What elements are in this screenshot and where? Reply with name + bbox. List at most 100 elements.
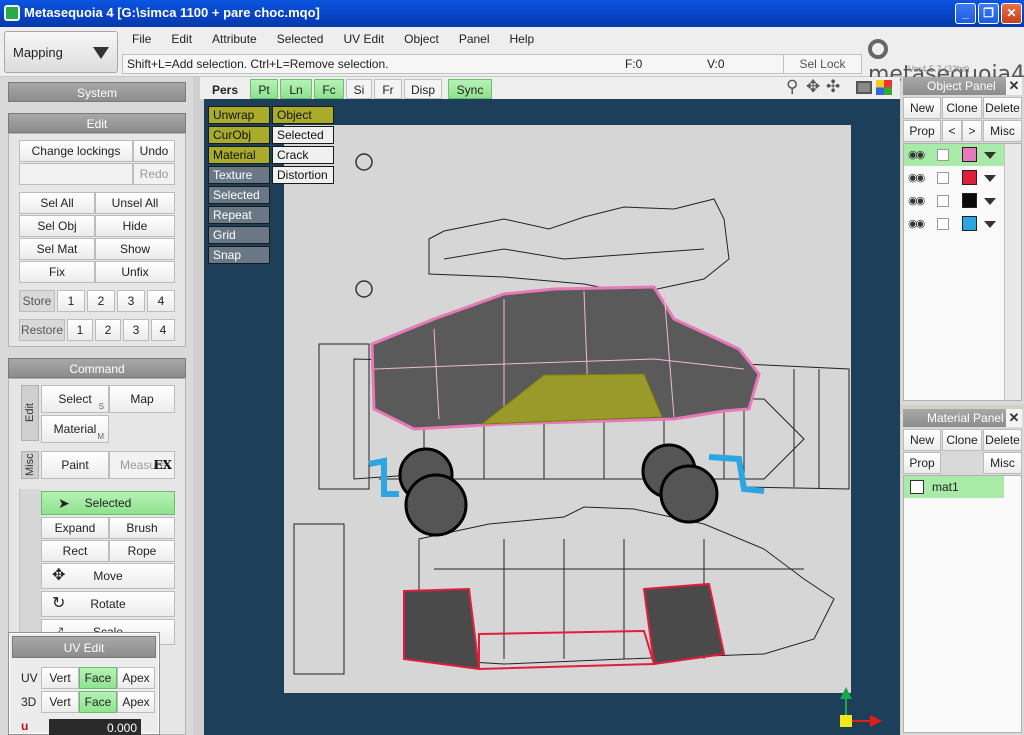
menu-panel[interactable]: Panel xyxy=(449,30,500,50)
crack-toggle[interactable]: Crack xyxy=(272,146,334,164)
restore-slot-1[interactable]: 1 xyxy=(67,319,93,341)
change-lockings-button[interactable]: Change lockings xyxy=(19,140,133,162)
snap-toggle[interactable]: Snap xyxy=(208,246,270,264)
object-color-swatch[interactable] xyxy=(962,147,977,162)
ln-toggle[interactable]: Ln xyxy=(280,79,312,99)
lock-checkbox[interactable] xyxy=(937,149,949,161)
sync-toggle[interactable]: Sync xyxy=(448,79,492,99)
menu-edit[interactable]: Edit xyxy=(161,30,202,50)
pers-toggle[interactable]: Pers xyxy=(204,79,246,99)
visibility-icon[interactable]: ◉◉ xyxy=(908,194,925,207)
material-panel-title[interactable]: Material Panel ✕ xyxy=(903,409,1022,427)
object-delete-button[interactable]: Delete xyxy=(983,97,1022,119)
sel-lock-button[interactable]: Sel Lock xyxy=(783,54,861,74)
select-button[interactable]: Select S xyxy=(41,385,109,413)
lock-checkbox[interactable] xyxy=(937,218,949,230)
texture-toggle[interactable]: Texture xyxy=(208,166,270,184)
measure-button[interactable]: Measure EX xyxy=(109,451,175,479)
material-button[interactable]: Material M xyxy=(41,415,109,443)
brush-button[interactable]: Brush xyxy=(109,517,175,539)
sel-obj-button[interactable]: Sel Obj xyxy=(19,215,95,237)
expand-button[interactable]: Expand xyxy=(41,517,109,539)
store-slot-1[interactable]: 1 xyxy=(57,290,85,312)
object-list-scrollbar[interactable] xyxy=(1004,144,1021,400)
disp-toggle[interactable]: Disp xyxy=(404,79,442,99)
curobj-button[interactable]: CurObj xyxy=(208,126,270,144)
visibility-icon[interactable]: ◉◉ xyxy=(908,148,925,161)
3d-apex-button[interactable]: Apex xyxy=(117,691,155,713)
map-button[interactable]: Map xyxy=(109,385,175,413)
3d-face-button[interactable]: Face xyxy=(79,691,117,713)
system-header[interactable]: System xyxy=(8,82,186,102)
material-misc-button[interactable]: Misc xyxy=(983,452,1022,474)
uv-face-button[interactable]: Face xyxy=(79,667,117,689)
store-slot-2[interactable]: 2 xyxy=(87,290,115,312)
repeat-toggle[interactable]: Repeat xyxy=(208,206,270,224)
object-row-2[interactable]: ◉◉ xyxy=(904,167,1004,189)
mode-select[interactable]: Mapping xyxy=(4,31,118,73)
uv-viewport[interactable]: Unwrap CurObj Material Texture Selected … xyxy=(204,99,900,735)
store-slot-4[interactable]: 4 xyxy=(147,290,175,312)
sel-mat-button[interactable]: Sel Mat xyxy=(19,238,95,260)
object-toggle[interactable]: Object xyxy=(272,106,334,124)
pan-icon[interactable]: ✥ xyxy=(806,77,820,97)
distortion-toggle[interactable]: Distortion xyxy=(272,166,334,184)
pt-toggle[interactable]: Pt xyxy=(250,79,278,99)
uv-edit-title[interactable]: UV Edit xyxy=(12,636,156,658)
menu-help[interactable]: Help xyxy=(500,30,545,50)
unsel-all-button[interactable]: Unsel All xyxy=(95,192,175,214)
menu-selected[interactable]: Selected xyxy=(267,30,334,50)
tab-misc[interactable]: Misc xyxy=(21,451,39,479)
rope-button[interactable]: Rope xyxy=(109,540,175,562)
show-button[interactable]: Show xyxy=(95,238,175,260)
object-new-button[interactable]: New xyxy=(903,97,941,119)
restore-slot-3[interactable]: 3 xyxy=(123,319,149,341)
uv-canvas[interactable] xyxy=(204,99,900,735)
selected-scope-toggle[interactable]: Selected xyxy=(272,126,334,144)
color-mode-icon[interactable] xyxy=(876,80,892,95)
object-row-3[interactable]: ◉◉ xyxy=(904,190,1004,212)
material-clone-button[interactable]: Clone xyxy=(942,429,982,451)
fix-button[interactable]: Fix xyxy=(19,261,95,283)
viewport-layout-icon[interactable] xyxy=(856,81,872,94)
menu-uv-edit[interactable]: UV Edit xyxy=(333,30,394,50)
grid-toggle[interactable]: Grid xyxy=(208,226,270,244)
chevron-down-icon[interactable] xyxy=(984,221,996,228)
tab-edit[interactable]: Edit xyxy=(21,385,39,441)
edit-header[interactable]: Edit xyxy=(8,113,186,133)
rotate-view-icon[interactable]: ✣ xyxy=(826,77,840,97)
u-value-field[interactable]: 0.000 xyxy=(49,719,141,735)
object-next-button[interactable]: > xyxy=(962,120,982,142)
object-color-swatch[interactable] xyxy=(962,193,977,208)
menu-file[interactable]: File xyxy=(122,30,161,50)
object-row-4[interactable]: ◉◉ xyxy=(904,213,1004,235)
unfix-button[interactable]: Unfix xyxy=(95,261,175,283)
lock-checkbox[interactable] xyxy=(937,172,949,184)
chevron-down-icon[interactable] xyxy=(984,152,996,159)
undo-button[interactable]: Undo xyxy=(133,140,175,162)
menu-attribute[interactable]: Attribute xyxy=(202,30,267,50)
rotate-button[interactable]: ↻ Rotate xyxy=(41,591,175,617)
material-toggle[interactable]: Material xyxy=(208,146,270,164)
store-slot-3[interactable]: 3 xyxy=(117,290,145,312)
material-new-button[interactable]: New xyxy=(903,429,941,451)
close-icon[interactable]: ✕ xyxy=(1006,409,1022,427)
paint-button[interactable]: Paint xyxy=(41,451,109,479)
object-row-1[interactable]: ◉◉ xyxy=(904,144,1004,166)
move-button[interactable]: ✥ Move xyxy=(41,563,175,589)
material-prop-button[interactable]: Prop xyxy=(903,452,941,474)
object-color-swatch[interactable] xyxy=(962,216,977,231)
lock-checkbox[interactable] xyxy=(937,195,949,207)
uv-vert-button[interactable]: Vert xyxy=(41,667,79,689)
menu-object[interactable]: Object xyxy=(394,30,449,50)
selected-toggle[interactable]: Selected xyxy=(208,186,270,204)
visibility-icon[interactable]: ◉◉ xyxy=(908,217,925,230)
restore-slot-2[interactable]: 2 xyxy=(95,319,121,341)
material-row-1[interactable]: mat1 xyxy=(904,476,1004,498)
restore-slot-4[interactable]: 4 xyxy=(151,319,175,341)
object-prev-button[interactable]: < xyxy=(942,120,962,142)
minimize-button[interactable]: _ xyxy=(955,3,976,24)
fr-toggle[interactable]: Fr xyxy=(374,79,402,99)
zoom-icon[interactable]: ⚲ xyxy=(786,77,798,97)
object-clone-button[interactable]: Clone xyxy=(942,97,982,119)
